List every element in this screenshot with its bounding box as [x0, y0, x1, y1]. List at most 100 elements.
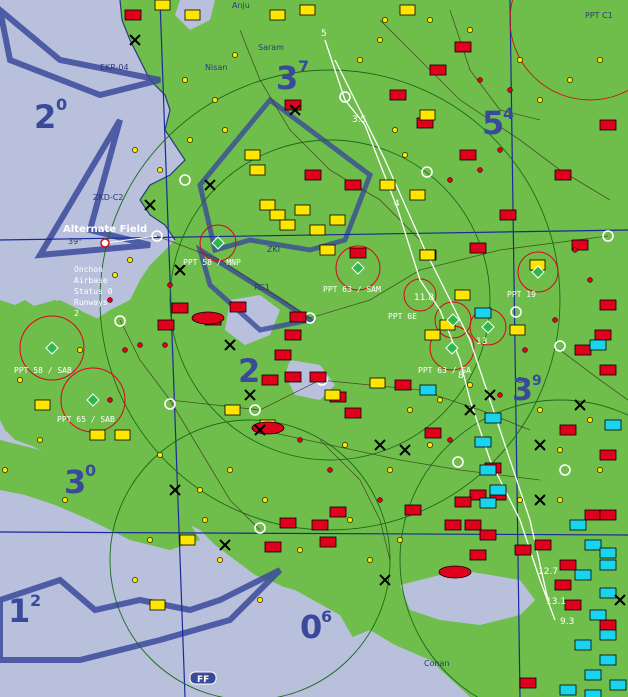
friendly-unit-symbol[interactable] [244, 149, 261, 161]
friendly-unit-symbol[interactable] [324, 389, 341, 401]
allied-unit-symbol[interactable] [599, 587, 617, 599]
threat-unit-symbol[interactable] [554, 169, 572, 181]
friendly-unit-symbol[interactable] [509, 324, 526, 336]
allied-unit-symbol[interactable] [569, 519, 587, 531]
allied-unit-symbol[interactable] [484, 412, 502, 424]
friendly-unit-symbol[interactable] [224, 404, 241, 416]
threat-unit-symbol[interactable] [454, 41, 472, 53]
threat-unit-symbol[interactable] [344, 179, 362, 191]
threat-unit-symbol[interactable] [319, 536, 337, 548]
allied-unit-symbol[interactable] [599, 547, 617, 559]
threat-unit-symbol[interactable] [574, 344, 592, 356]
threat-unit-symbol[interactable] [499, 209, 517, 221]
friendly-unit-symbol[interactable] [419, 109, 436, 121]
threat-unit-symbol[interactable] [279, 517, 297, 529]
threat-unit-symbol[interactable] [564, 599, 582, 611]
allied-unit-symbol[interactable] [589, 609, 607, 621]
allied-unit-symbol[interactable] [589, 339, 607, 351]
friendly-unit-symbol[interactable] [379, 179, 396, 191]
threat-unit-symbol[interactable] [309, 371, 327, 383]
threat-unit-symbol[interactable] [274, 349, 292, 361]
friendly-unit-symbol[interactable] [249, 164, 266, 176]
allied-unit-symbol[interactable] [474, 436, 492, 448]
threat-area-marker[interactable] [191, 311, 225, 325]
threat-unit-symbol[interactable] [304, 169, 322, 181]
friendly-unit-symbol[interactable] [179, 534, 196, 546]
friendly-unit-symbol[interactable] [114, 429, 131, 441]
threat-unit-symbol[interactable] [344, 407, 362, 419]
threat-unit-symbol[interactable] [599, 449, 617, 461]
threat-unit-symbol[interactable] [514, 544, 532, 556]
friendly-unit-symbol[interactable] [309, 224, 326, 236]
allied-unit-symbol[interactable] [559, 684, 577, 696]
threat-unit-symbol[interactable] [599, 364, 617, 376]
friendly-unit-symbol[interactable] [299, 4, 316, 16]
allied-unit-symbol[interactable] [584, 539, 602, 551]
threat-unit-symbol[interactable] [311, 519, 329, 531]
friendly-unit-symbol[interactable] [184, 9, 201, 21]
threat-unit-symbol[interactable] [559, 424, 577, 436]
threat-unit-symbol[interactable] [599, 119, 617, 131]
allied-unit-symbol[interactable] [479, 464, 497, 476]
threat-unit-symbol[interactable] [599, 619, 617, 631]
threat-area-marker[interactable] [438, 565, 472, 579]
threat-unit-symbol[interactable] [284, 329, 302, 341]
friendly-unit-symbol[interactable] [369, 377, 386, 389]
allied-unit-symbol[interactable] [599, 629, 617, 641]
threat-unit-symbol[interactable] [444, 519, 462, 531]
bottom-marker[interactable]: FF [189, 671, 217, 685]
threat-unit-symbol[interactable] [289, 311, 307, 323]
threat-unit-symbol[interactable] [599, 509, 617, 521]
threat-unit-symbol[interactable] [469, 242, 487, 254]
friendly-unit-symbol[interactable] [34, 399, 51, 411]
allied-unit-symbol[interactable] [584, 689, 602, 697]
threat-unit-symbol[interactable] [599, 299, 617, 311]
friendly-unit-symbol[interactable] [259, 199, 276, 211]
friendly-unit-symbol[interactable] [294, 204, 311, 216]
threat-unit-symbol[interactable] [479, 529, 497, 541]
allied-unit-symbol[interactable] [604, 419, 622, 431]
threat-unit-symbol[interactable] [554, 579, 572, 591]
threat-unit-symbol[interactable] [469, 549, 487, 561]
threat-unit-symbol[interactable] [559, 559, 577, 571]
friendly-unit-symbol[interactable] [399, 4, 416, 16]
threat-unit-symbol[interactable] [519, 677, 537, 689]
friendly-unit-symbol[interactable] [154, 0, 171, 11]
friendly-unit-symbol[interactable] [409, 189, 426, 201]
friendly-unit-symbol[interactable] [89, 429, 106, 441]
allied-unit-symbol[interactable] [419, 384, 437, 396]
threat-unit-symbol[interactable] [261, 374, 279, 386]
allied-unit-symbol[interactable] [574, 639, 592, 651]
friendly-unit-symbol[interactable] [149, 599, 166, 611]
threat-unit-symbol[interactable] [464, 519, 482, 531]
allied-unit-symbol[interactable] [474, 307, 492, 319]
tactical-map[interactable]: 2 0 3 7 5 4 2 3 9 3 0 1 2 0 6 EKR-04 ZKD… [0, 0, 628, 697]
friendly-unit-symbol[interactable] [269, 209, 286, 221]
threat-unit-symbol[interactable] [171, 302, 189, 314]
friendly-unit-symbol[interactable] [329, 214, 346, 226]
friendly-unit-symbol[interactable] [279, 219, 296, 231]
friendly-unit-symbol[interactable] [269, 9, 286, 21]
threat-unit-symbol[interactable] [389, 89, 407, 101]
allied-unit-symbol[interactable] [599, 559, 617, 571]
allied-unit-symbol[interactable] [599, 654, 617, 666]
map-canvas[interactable]: 2 0 3 7 5 4 2 3 9 3 0 1 2 0 6 EKR-04 ZKD… [0, 0, 628, 697]
allied-unit-symbol[interactable] [574, 569, 592, 581]
allied-unit-symbol[interactable] [489, 484, 507, 496]
threat-unit-symbol[interactable] [424, 427, 442, 439]
threat-unit-symbol[interactable] [404, 504, 422, 516]
friendly-unit-symbol[interactable] [454, 289, 471, 301]
alternate-field-marker[interactable] [100, 238, 110, 248]
allied-unit-symbol[interactable] [609, 679, 627, 691]
friendly-unit-symbol[interactable] [319, 244, 336, 256]
threat-unit-symbol[interactable] [349, 247, 367, 259]
allied-unit-symbol[interactable] [479, 497, 497, 509]
threat-unit-symbol[interactable] [394, 379, 412, 391]
friendly-unit-symbol[interactable] [424, 329, 441, 341]
threat-unit-symbol[interactable] [264, 541, 282, 553]
threat-unit-symbol[interactable] [584, 509, 602, 521]
threat-unit-symbol[interactable] [124, 9, 142, 21]
threat-unit-symbol[interactable] [594, 329, 612, 341]
threat-unit-symbol[interactable] [429, 64, 447, 76]
allied-unit-symbol[interactable] [584, 669, 602, 681]
